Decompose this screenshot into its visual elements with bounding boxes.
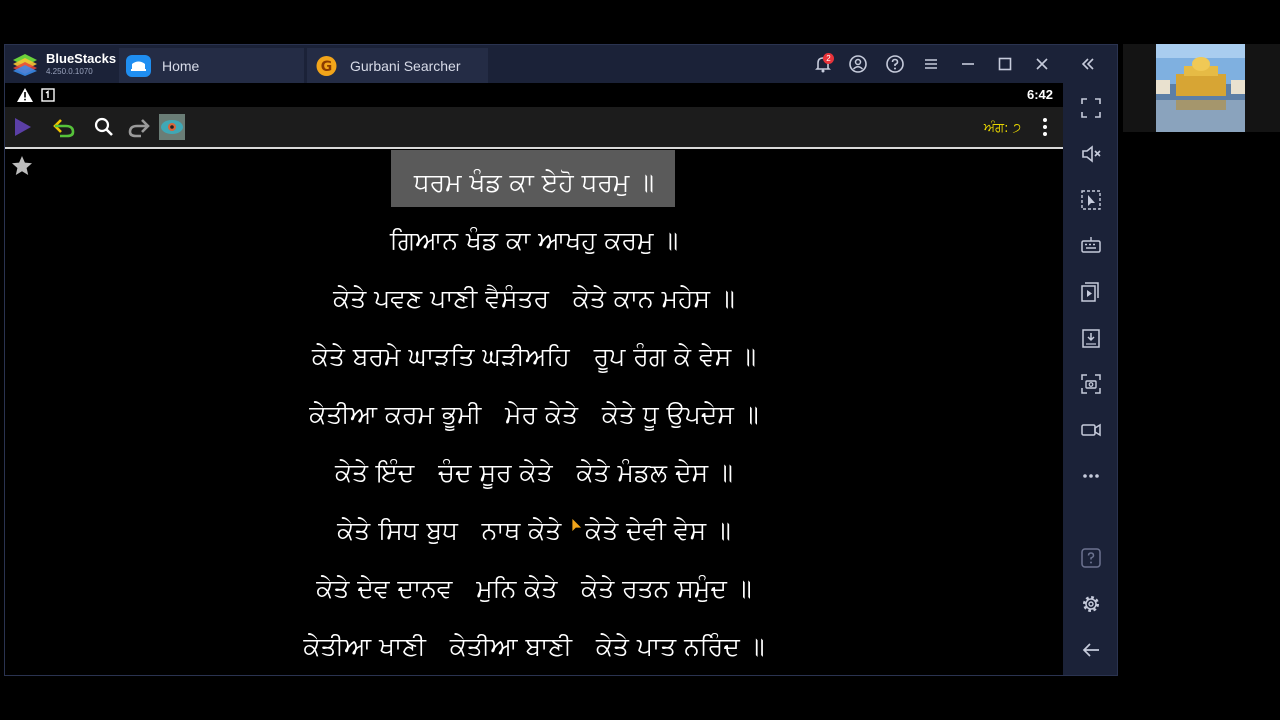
svg-text:G: G	[321, 59, 333, 75]
mouse-cursor-icon	[571, 517, 583, 533]
more-icon[interactable]	[1080, 465, 1102, 487]
app-image-icon[interactable]	[159, 114, 185, 140]
gurbani-app-icon: G	[316, 56, 337, 76]
verse-line[interactable]: ਕੇਤੇ ਪਵਣ ਪਾਣੀ ਵੈਸੰਤਰ ਕੇਤੇ ਕਾਨ ਮਹੇਸ ॥	[5, 284, 1063, 314]
keyboard-icon[interactable]	[1080, 235, 1102, 257]
back-icon[interactable]	[1080, 639, 1102, 661]
settings-icon[interactable]	[1080, 593, 1102, 615]
maximize-icon[interactable]	[995, 54, 1015, 74]
gurbani-content: ਧਰਮ ਖੰਡ ਕਾ ਏਹੋ ਧਰਮੁ ॥ ਗਿਆਨ ਖੰਡ ਕਾ ਆਖਹੁ ਕ…	[5, 149, 1063, 675]
close-icon[interactable]	[1032, 54, 1052, 74]
app-toolbar: ਅੰਗ: ੭	[5, 107, 1063, 149]
account-icon[interactable]	[848, 54, 868, 74]
status-time: 6:42	[1026, 87, 1053, 102]
fullscreen-icon[interactable]	[1080, 97, 1102, 119]
undo-icon[interactable]	[52, 115, 76, 139]
screenshot-icon[interactable]	[1080, 373, 1102, 395]
media-manager-icon[interactable]	[1080, 281, 1102, 303]
pointer-icon[interactable]	[1080, 189, 1102, 211]
verse-line[interactable]: ਕੇਤੇ ਦੇਵ ਦਾਨਵ ਮੁਨਿ ਕੇਤੇ ਕੇਤੇ ਰਤਨ ਸਮੁੰਦ ॥	[5, 574, 1063, 604]
verse-line[interactable]: ਕੇਤੀਆ ਕਰਮ ਭੂਮੀ ਮੇਰ ਕੇਤੇ ਕੇਤੇ ਧੂ ਉਪਦੇਸ ॥	[5, 400, 1063, 430]
install-apk-icon[interactable]	[1080, 327, 1102, 349]
verse-line[interactable]: ਕੇਤੇ ਸਿਧ ਬੁਧ ਨਾਥ ਕੇਤੇ ਕੇਤੇ ਦੇਵੀ ਵੇਸ ॥	[5, 516, 1063, 546]
collapse-sidebar-icon[interactable]	[1078, 54, 1098, 74]
record-icon[interactable]	[1080, 419, 1102, 441]
tab-gurbani-searcher[interactable]: G Gurbani Searcher	[307, 48, 488, 83]
verse-line[interactable]: ਕੇਤੀਆ ਖਾਣੀ ਕੇਤੀਆ ਬਾਣੀ ਕੇਤੇ ਪਾਤ ਨਰਿੰਦ ॥	[5, 632, 1063, 662]
bluestacks-window: BlueStacks 4.250.0.1070 Home G Gurbani S…	[4, 44, 1118, 676]
verse-line[interactable]: ਕੇਤੇ ਇੰਦ ਚੰਦ ਸੂਰ ਕੇਤੇ ਕੇਤੇ ਮੰਡਲ ਦੇਸ ॥	[5, 458, 1063, 488]
warning-icon	[17, 88, 33, 102]
minimize-icon[interactable]	[958, 54, 978, 74]
brand-name: BlueStacks	[46, 51, 117, 66]
verse-line[interactable]: ਧਰਮ ਖੰਡ ਕਾ ਏਹੋ ਧਰਮੁ ॥	[5, 168, 1063, 198]
bluestacks-logo-icon	[13, 54, 37, 76]
title-bar: BlueStacks 4.250.0.1070 Home G Gurbani S…	[5, 45, 1117, 83]
sim-icon	[41, 88, 55, 102]
tab-gurbani-label: Gurbani Searcher	[350, 58, 461, 74]
android-status-bar: 6:42	[5, 83, 1063, 107]
verse-line[interactable]: ਗਿਆਨ ਖੰਡ ਕਾ ਆਖਹੁ ਕਰਮੁ ॥	[5, 226, 1063, 256]
play-icon[interactable]	[10, 115, 34, 139]
tab-home[interactable]: Home	[119, 48, 304, 83]
home-icon	[126, 55, 151, 77]
right-sidebar	[1063, 83, 1117, 675]
webcam-thumbnail	[1123, 44, 1280, 132]
ang-number[interactable]: ਅੰਗ: ੭	[984, 121, 1021, 136]
help-icon[interactable]	[1080, 547, 1102, 569]
overflow-menu-icon[interactable]	[1037, 116, 1053, 138]
version-label: 4.250.0.1070	[46, 67, 93, 76]
help-icon[interactable]	[885, 54, 905, 74]
redo-icon[interactable]	[127, 115, 151, 139]
search-icon[interactable]	[92, 115, 116, 139]
mute-icon[interactable]	[1080, 143, 1102, 165]
menu-icon[interactable]	[921, 54, 941, 74]
notification-badge: 2	[823, 53, 834, 64]
golden-temple-image	[1156, 44, 1245, 132]
verse-line[interactable]: ਕੇਤੇ ਬਰਮੇ ਘਾੜਤਿ ਘੜੀਅਹਿ ਰੂਪ ਰੰਗ ਕੇ ਵੇਸ ॥	[5, 342, 1063, 372]
tab-home-label: Home	[162, 58, 200, 74]
